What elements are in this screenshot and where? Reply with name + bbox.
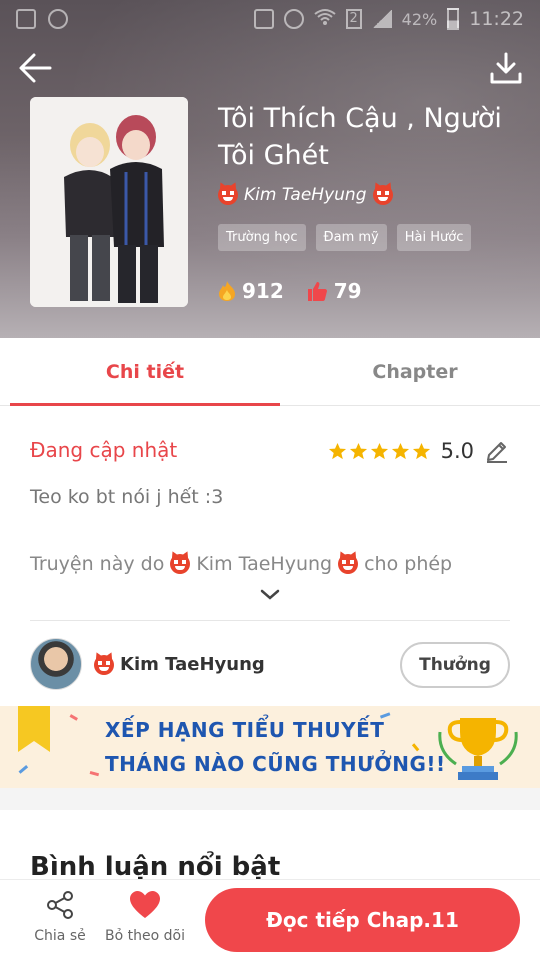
book-header: 2 42% 11:22 Tôi Thích Cậu , Người Tôi Gh… <box>0 0 540 338</box>
download-button[interactable] <box>486 48 526 88</box>
star-icon <box>349 442 367 459</box>
chevron-down-icon <box>260 589 280 600</box>
star-icon <box>370 442 388 459</box>
views-stat: 912 <box>218 279 284 303</box>
book-author[interactable]: Kim TaeHyung <box>218 185 393 205</box>
status-bar: 2 42% 11:22 <box>0 0 540 38</box>
gallery-icon <box>16 9 36 29</box>
author-name: Kim TaeHyung <box>120 654 265 675</box>
alarm-icon <box>283 9 304 29</box>
mute-icon <box>253 9 274 29</box>
back-button[interactable] <box>16 48 56 88</box>
signal-icon <box>371 10 392 28</box>
book-cover <box>30 97 188 307</box>
thumbs-up-icon <box>307 282 327 301</box>
continue-reading-button[interactable]: Đọc tiếp Chap.11 <box>205 888 520 952</box>
publication-status: Đang cập nhật <box>30 438 178 462</box>
rating: 5.0 <box>328 438 510 464</box>
book-title: Tôi Thích Cậu , Người Tôi Ghét <box>218 103 502 171</box>
tab-detail[interactable]: Chi tiết <box>10 338 280 406</box>
genre-tag[interactable]: Trường học <box>218 224 306 251</box>
devil-emoji-icon <box>94 654 114 675</box>
devil-emoji-icon <box>338 554 359 574</box>
banner-title-line1: XẾP HẠNG TIỂU THUYẾT <box>105 718 385 742</box>
battery-icon <box>447 8 460 30</box>
sim-indicator: 2 <box>345 9 362 29</box>
book-author-name: Kim TaeHyung <box>244 185 367 205</box>
devil-emoji-icon <box>170 554 191 574</box>
star-icon <box>412 442 430 459</box>
rating-value: 5.0 <box>440 439 474 463</box>
wifi-icon <box>314 8 336 31</box>
divider <box>30 620 510 621</box>
views-count: 912 <box>242 279 284 303</box>
permission-author: Kim TaeHyung <box>196 553 333 575</box>
likes-count: 79 <box>333 279 362 303</box>
author-profile-link[interactable]: Kim TaeHyung <box>94 654 265 675</box>
permission-note: Truyện này do Kim TaeHyung cho phép <box>30 553 452 575</box>
genre-tags: Trường học Đam mỹ Hài Hước <box>218 224 472 251</box>
permission-prefix: Truyện này do <box>30 553 165 575</box>
unfollow-button[interactable]: Bỏ theo dõi <box>100 890 190 944</box>
genre-tag[interactable]: Đam mỹ <box>315 224 387 251</box>
permission-suffix: cho phép <box>364 553 453 575</box>
star-icon <box>391 442 409 459</box>
share-button[interactable]: Chia sẻ <box>15 890 105 944</box>
promo-banner[interactable]: XẾP HẠNG TIỂU THUYẾT THÁNG NÀO CŨNG THƯỞ… <box>0 706 540 788</box>
messenger-icon <box>48 9 68 29</box>
heart-icon <box>130 891 160 918</box>
pencil-icon <box>487 442 507 463</box>
devil-emoji-icon <box>218 185 238 205</box>
clock: 11:22 <box>469 8 524 30</box>
star-icon <box>328 442 346 459</box>
share-label: Chia sẻ <box>34 928 86 944</box>
genre-tag[interactable]: Hài Hước <box>396 224 472 251</box>
expand-description-button[interactable] <box>258 583 282 607</box>
author-block: Kim TaeHyung Thưởng <box>30 638 510 692</box>
banner-title-line2: THÁNG NÀO CŨNG THƯỞNG!! <box>105 752 446 776</box>
section-spacer <box>0 788 540 810</box>
devil-emoji-icon <box>372 185 393 205</box>
share-icon <box>47 891 73 919</box>
section-title-comments: Bình luận nổi bật <box>30 852 281 882</box>
battery-percent: 42% <box>401 9 438 29</box>
detail-tabs: Chi tiết Chapter <box>0 338 540 406</box>
fire-icon <box>219 281 235 301</box>
likes-stat: 79 <box>306 279 362 303</box>
book-description: Teo ko bt nói j hết :3 <box>30 486 224 508</box>
trophy-icon <box>438 718 518 780</box>
download-icon <box>490 52 522 84</box>
cover-illustration <box>30 97 188 307</box>
top-nav <box>0 48 540 92</box>
rate-button[interactable] <box>484 438 510 464</box>
arrow-left-icon <box>19 53 52 83</box>
avatar[interactable] <box>30 638 82 690</box>
tab-chapter[interactable]: Chapter <box>280 338 540 406</box>
reward-button[interactable]: Thưởng <box>400 642 510 688</box>
book-stats: 912 79 <box>218 279 362 303</box>
unfollow-label: Bỏ theo dõi <box>105 928 185 944</box>
bottom-action-bar: Chia sẻ Bỏ theo dõi Đọc tiếp Chap.11 <box>0 879 540 960</box>
